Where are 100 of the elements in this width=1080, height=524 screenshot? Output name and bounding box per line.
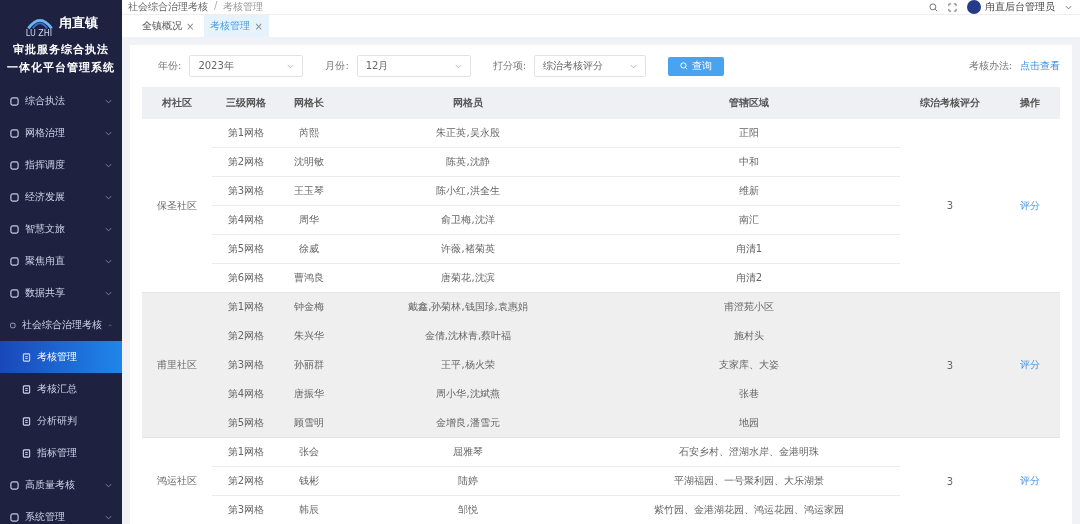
view-link[interactable]: 点击查看: [1020, 59, 1060, 73]
logo-name: 甪直镇: [58, 14, 98, 32]
table-cell: 支家库、大姿: [598, 350, 900, 380]
close-icon[interactable]: ×: [186, 20, 195, 32]
submenu-item[interactable]: 分析研判: [0, 405, 122, 437]
breadcrumb-separator: /: [214, 0, 218, 13]
search-icon[interactable]: [929, 2, 938, 12]
table-cell: 鸿运社区: [142, 437, 212, 524]
chevron-down-icon: [630, 63, 638, 69]
table-cell: 甫里社区: [142, 292, 212, 438]
system-title: 一体化平台管理系统: [7, 60, 115, 76]
table-cell: 第1网格: [212, 292, 280, 322]
select-field[interactable]: 2023年: [189, 55, 304, 77]
table-cell: 石安乡村、澄湖水岸、金港明珠: [598, 437, 900, 467]
menu-icon: [10, 224, 19, 234]
menu-item[interactable]: 综合执法: [0, 85, 122, 117]
table-cell: 王平,杨火荣: [338, 350, 598, 380]
document-icon: [22, 416, 31, 426]
caret-icon[interactable]: [1065, 4, 1072, 10]
table-cell: 第4网格: [212, 379, 280, 409]
user-name[interactable]: 甪直后台管理员: [985, 0, 1055, 14]
table-cell: 俞卫梅,沈洋: [338, 205, 598, 235]
submenu-item[interactable]: 考核汇总: [0, 373, 122, 405]
method-label: 考核办法:: [968, 59, 1012, 73]
menu-icon: [10, 128, 19, 138]
table-cell: 朱兴华: [280, 321, 338, 351]
menu-item[interactable]: 数据共享: [0, 277, 122, 309]
table-cell: 陆婷: [338, 466, 598, 496]
document-icon: [22, 384, 31, 394]
menu-icon: [10, 512, 19, 522]
column-header: 操作: [1000, 87, 1060, 119]
column-header: 三级网格: [212, 87, 280, 119]
menu-item[interactable]: 网格治理: [0, 117, 122, 149]
table-cell: 保圣社区: [142, 119, 212, 293]
table-cell: 第3网格: [212, 176, 280, 206]
document-icon: [22, 352, 31, 362]
table-cell: 3: [900, 437, 1000, 524]
table-cell: 第2网格: [212, 147, 280, 177]
table-cell: 第2网格: [212, 321, 280, 351]
avatar[interactable]: [967, 0, 981, 14]
tab[interactable]: 全镇概况 ×: [136, 15, 201, 37]
table-cell: 徐威: [280, 234, 338, 264]
table-cell: 甪清2: [598, 263, 900, 293]
menu-item[interactable]: 智慧文旅: [0, 213, 122, 245]
table-cell: 王玉琴: [280, 176, 338, 206]
table-cell: 甫澄苑小区: [598, 292, 900, 322]
table-cell: 中和: [598, 147, 900, 177]
table-cell: 南汇: [598, 205, 900, 235]
table-cell: 正阳: [598, 119, 900, 148]
select-field[interactable]: 12月: [356, 55, 471, 77]
menu-item[interactable]: 经济发展: [0, 181, 122, 213]
column-header: 网格长: [280, 87, 338, 119]
table-cell: 陈英,沈静: [338, 147, 598, 177]
table-cell: 周华: [280, 205, 338, 235]
column-header: 网格员: [338, 87, 598, 119]
table-cell: 顾雪明: [280, 408, 338, 438]
table-cell: 陈小红,洪全生: [338, 176, 598, 206]
fullscreen-icon[interactable]: [948, 2, 957, 12]
chevron-down-icon: [454, 63, 462, 69]
menu-icon: [10, 192, 19, 202]
table-cell: 维新: [598, 176, 900, 206]
score-link[interactable]: 评分: [1020, 199, 1040, 211]
system-title: 审批服务综合执法: [13, 42, 109, 58]
filter-label: 月份:: [325, 59, 349, 73]
menu-item[interactable]: 指挥调度: [0, 149, 122, 181]
table-cell: 曹鸿良: [280, 263, 338, 293]
table-cell: 钟金梅: [280, 292, 338, 322]
table-cell: 金倩,沈林青,蔡叶福: [338, 321, 598, 351]
table-cell: 第1网格: [212, 119, 280, 148]
table-cell: 第2网格: [212, 466, 280, 496]
submenu-item[interactable]: 指标管理: [0, 437, 122, 469]
table-cell: 第4网格: [212, 205, 280, 235]
breadcrumb-item[interactable]: 社会综合治理考核: [128, 0, 208, 14]
table-cell: 第3网格: [212, 495, 280, 524]
filter-label: 年份:: [158, 59, 182, 73]
score-link[interactable]: 评分: [1020, 475, 1040, 486]
table-cell: 邹悦: [338, 495, 598, 524]
menu-item[interactable]: 社会综合治理考核: [0, 309, 122, 341]
column-header: 综治考核评分: [900, 87, 1000, 119]
submenu-item[interactable]: 考核管理: [0, 341, 122, 373]
table-cell: 张会: [280, 437, 338, 467]
select-field[interactable]: 综治考核评分: [534, 55, 647, 77]
menu-item[interactable]: 系统管理: [0, 501, 122, 524]
table-cell: 3: [900, 119, 1000, 293]
table-cell: 唐振华: [280, 379, 338, 409]
menu-icon: [10, 320, 16, 330]
menu-item[interactable]: 高质量考核: [0, 469, 122, 501]
menu-icon: [10, 96, 19, 106]
table-cell: 紫竹园、金港湖花园、鸿运花园、鸿运家园: [598, 495, 900, 524]
column-header: 管辖区域: [598, 87, 900, 119]
table-cell: 施村头: [598, 321, 900, 351]
breadcrumb-item: 考核管理: [223, 0, 264, 14]
table-cell: 第5网格: [212, 408, 280, 438]
table-cell: 第6网格: [212, 263, 280, 293]
table-cell: 韩辰: [280, 495, 338, 524]
table-cell: 许薇,褚菊英: [338, 234, 598, 264]
menu-item[interactable]: 聚焦甪直: [0, 245, 122, 277]
table-cell: 金增良,潘雪元: [338, 408, 598, 438]
menu-icon: [10, 160, 19, 170]
table-cell: 地园: [598, 408, 900, 438]
